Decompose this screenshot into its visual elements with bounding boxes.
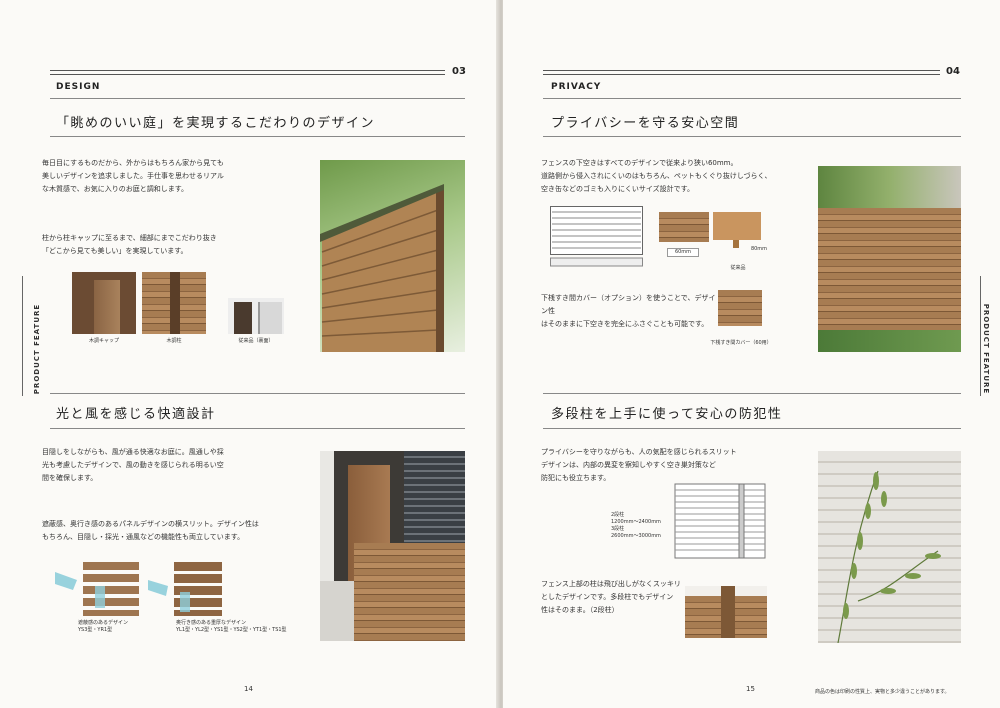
side-rule	[980, 276, 981, 396]
post-top-photo	[685, 586, 767, 638]
caption-wood-cap: 木調キャップ	[88, 338, 119, 344]
fence-diagram	[550, 206, 645, 268]
section-label: DESIGN	[56, 82, 101, 92]
entrance-photo	[320, 451, 465, 641]
security-text-2: フェンス上部の柱は飛び出しがなくスッキリ としたデザインです。多段柱でもデザイン…	[541, 580, 681, 614]
privacy-fence-photo	[818, 166, 961, 352]
light-text-2: 遮蔽感、奥行き感のあるパネルデザインの横スリット。デザイン性は もちろん、目隠し…	[42, 520, 259, 541]
privacy-text-2: 下桟すき間カバー（オプション）を使うことで、デザイン性 はそのままに下空きを完全…	[541, 294, 716, 328]
security-text-1: プライバシーを守りながらも、人の気配を感じられるスリット デザインは、内部の異変…	[541, 448, 737, 482]
caption-slit-b: 奥行き感のある重厚なデザイン YL1型・YL2型・YS1型・YS2型・YT1型・…	[176, 620, 287, 633]
rule	[543, 393, 961, 394]
light-title: 光と風を感じる快適設計	[56, 407, 216, 422]
slit-diagram-a	[55, 558, 143, 618]
old-gap-photo	[713, 212, 761, 248]
dim-60mm: 60mm	[667, 248, 699, 257]
rule	[50, 428, 465, 429]
rule	[50, 136, 465, 137]
section-label: PRIVACY	[551, 82, 602, 92]
header-rule	[543, 70, 940, 75]
light-text-1: 目隠しをしながらも、風が通る快適なお庭に。風通しや採 光も考慮したデザインで、風…	[42, 448, 224, 482]
page-top-number: 03	[452, 66, 466, 77]
rule	[543, 136, 961, 137]
new-gap-photo	[659, 212, 709, 248]
caption-slit-a: 遮蔽感のあるデザイン YS3型・YR1型	[78, 620, 129, 633]
slit-diagram-b	[148, 558, 226, 618]
header-rule	[50, 70, 445, 75]
design-title: 「眺めのいい庭」を実現するこだわりのデザイン	[56, 116, 376, 131]
design-text-1: 毎日目にするものだから、外からはもちろん家から見ても 美しいデザインを追求しまし…	[42, 159, 224, 193]
multi-post-diagram	[673, 482, 768, 560]
rule	[50, 393, 465, 394]
post-spec: 2段柱 1200mm〜2400mm 3段柱 2600mm〜3000mm	[611, 512, 661, 539]
privacy-title: プライバシーを守る安心空間	[551, 116, 740, 131]
wood-post-photo	[142, 272, 206, 334]
conventional-photo	[228, 298, 284, 334]
page-number: 14	[244, 685, 253, 693]
rule	[543, 98, 961, 99]
left-page: 03 DESIGN 「眺めのいい庭」を実現するこだわりのデザイン 毎日目にするも…	[0, 0, 500, 708]
privacy-text-1: フェンスの下空きはすべてのデザインで従来より狭い60mm。 道路側から侵入されに…	[541, 159, 772, 193]
side-tab: PRODUCT FEATURE	[982, 303, 991, 395]
caption-wood-post: 木調柱	[166, 338, 182, 344]
caption-cover: 下桟すき間カバー（60用）	[710, 340, 772, 346]
gap-cover-photo	[718, 290, 762, 326]
side-rule	[22, 276, 23, 396]
rule	[543, 428, 961, 429]
right-page: 04 PRIVACY プライバシーを守る安心空間 フェンスの下空きはすべてのデザ…	[503, 0, 1000, 708]
caption-conventional: 従来品（裏面）	[238, 338, 274, 344]
olive-fence-photo	[818, 451, 961, 643]
design-text-2: 柱から柱キャップに至るまで、細部にまでこだわり抜き 「どこから見ても美しい」を実…	[42, 234, 217, 255]
dim-80mm: 80mm	[750, 246, 768, 252]
print-note: 商品の色は印刷の性質上、実物と多少違うことがあります。	[815, 689, 950, 695]
page-number: 15	[746, 685, 755, 693]
caption-old: 従来品	[730, 265, 746, 271]
page-top-number: 04	[946, 66, 960, 77]
security-title: 多段柱を上手に使って安心の防犯性	[551, 407, 783, 422]
wood-cap-photo	[72, 272, 136, 334]
fence-garden-photo	[320, 160, 465, 352]
side-tab: PRODUCT FEATURE	[33, 303, 42, 395]
rule	[50, 98, 465, 99]
